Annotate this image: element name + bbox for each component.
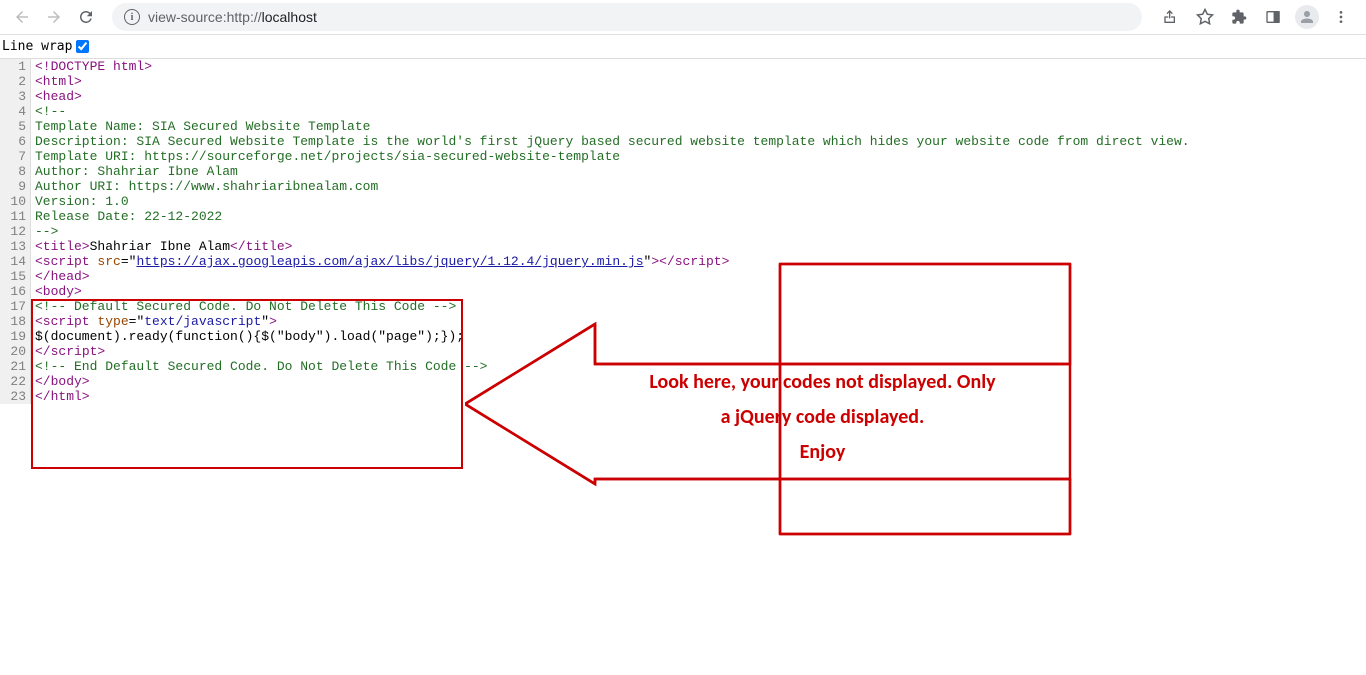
- line-number: 14: [0, 254, 31, 269]
- line-number: 20: [0, 344, 31, 359]
- source-code-area: 1<!DOCTYPE html>2<html>3<head>4<!--5Temp…: [0, 59, 1366, 404]
- line-code[interactable]: <html>: [31, 74, 82, 89]
- source-line: 10Version: 1.0: [0, 194, 1366, 209]
- line-code[interactable]: </body>: [31, 374, 90, 389]
- line-number: 10: [0, 194, 31, 209]
- line-number: 15: [0, 269, 31, 284]
- line-number: 11: [0, 209, 31, 224]
- bookmark-star-icon[interactable]: [1192, 4, 1218, 30]
- source-line: 15</head>: [0, 269, 1366, 284]
- line-number: 1: [0, 59, 31, 74]
- share-icon[interactable]: [1158, 4, 1184, 30]
- avatar: [1295, 5, 1319, 29]
- line-number: 17: [0, 299, 31, 314]
- line-number: 5: [0, 119, 31, 134]
- line-code[interactable]: Release Date: 22-12-2022: [31, 209, 222, 224]
- source-line: 18<script type="text/javascript">: [0, 314, 1366, 329]
- line-code[interactable]: -->: [31, 224, 58, 239]
- line-code[interactable]: Author URI: https://www.shahriaribnealam…: [31, 179, 378, 194]
- line-number: 3: [0, 89, 31, 104]
- linewrap-checkbox[interactable]: [76, 40, 89, 53]
- line-code[interactable]: <!-- Default Secured Code. Do Not Delete…: [31, 299, 456, 314]
- line-number: 21: [0, 359, 31, 374]
- side-panel-icon[interactable]: [1260, 4, 1286, 30]
- source-line: 8Author: Shahriar Ibne Alam: [0, 164, 1366, 179]
- back-button[interactable]: [8, 3, 36, 31]
- url-host: localhost: [262, 9, 317, 25]
- linewrap-label: Line wrap: [2, 39, 72, 54]
- menu-button[interactable]: [1328, 4, 1354, 30]
- source-line: 12-->: [0, 224, 1366, 239]
- line-number: 18: [0, 314, 31, 329]
- line-number: 23: [0, 389, 31, 404]
- line-number: 22: [0, 374, 31, 389]
- line-number: 4: [0, 104, 31, 119]
- source-line: 4<!--: [0, 104, 1366, 119]
- source-line: 11Release Date: 22-12-2022: [0, 209, 1366, 224]
- line-code[interactable]: <script type="text/javascript">: [31, 314, 277, 329]
- line-code[interactable]: </html>: [31, 389, 90, 404]
- line-number: 6: [0, 134, 31, 149]
- source-line: 16<body>: [0, 284, 1366, 299]
- source-line: 1<!DOCTYPE html>: [0, 59, 1366, 74]
- line-code[interactable]: </script>: [31, 344, 105, 359]
- line-code[interactable]: </head>: [31, 269, 90, 284]
- line-code[interactable]: <head>: [31, 89, 82, 104]
- line-code[interactable]: Template Name: SIA Secured Website Templ…: [31, 119, 370, 134]
- extensions-icon[interactable]: [1226, 4, 1252, 30]
- line-number: 2: [0, 74, 31, 89]
- source-line: 7Template URI: https://sourceforge.net/p…: [0, 149, 1366, 164]
- browser-toolbar: i view-source: http:// localhost: [0, 0, 1366, 35]
- url-scheme: http://: [227, 9, 262, 25]
- source-line: 9Author URI: https://www.shahriaribneala…: [0, 179, 1366, 194]
- profile-button[interactable]: [1294, 4, 1320, 30]
- line-number: 13: [0, 239, 31, 254]
- line-number: 19: [0, 329, 31, 344]
- reload-button[interactable]: [72, 3, 100, 31]
- toolbar-right: [1154, 4, 1358, 30]
- annotation-line-1: Look here, your codes not displayed. Onl…: [580, 365, 1065, 400]
- line-code[interactable]: <!-- End Default Secured Code. Do Not De…: [31, 359, 487, 374]
- line-code[interactable]: Description: SIA Secured Website Templat…: [31, 134, 1190, 149]
- line-code[interactable]: <!DOCTYPE html>: [31, 59, 152, 74]
- source-line: 20</script>: [0, 344, 1366, 359]
- line-code[interactable]: <title>Shahriar Ibne Alam</title>: [31, 239, 292, 254]
- forward-button[interactable]: [40, 3, 68, 31]
- annotation-line-2: a jQuery code displayed.: [580, 400, 1065, 435]
- line-number: 16: [0, 284, 31, 299]
- source-line: 2<html>: [0, 74, 1366, 89]
- url-text: view-source: http:// localhost: [148, 9, 317, 25]
- url-prefix: view-source:: [148, 9, 227, 25]
- line-code[interactable]: Version: 1.0: [31, 194, 129, 209]
- source-line: 3<head>: [0, 89, 1366, 104]
- source-line: 6Description: SIA Secured Website Templa…: [0, 134, 1366, 149]
- source-line: 17<!-- Default Secured Code. Do Not Dele…: [0, 299, 1366, 314]
- line-code[interactable]: <!--: [31, 104, 66, 119]
- line-code[interactable]: <script src="https://ajax.googleapis.com…: [31, 254, 729, 269]
- line-code[interactable]: $(document).ready(function(){$("body").l…: [31, 329, 464, 344]
- source-line: 19$(document).ready(function(){$("body")…: [0, 329, 1366, 344]
- line-code[interactable]: Author: Shahriar Ibne Alam: [31, 164, 238, 179]
- annotation-text: Look here, your codes not displayed. Onl…: [580, 365, 1065, 470]
- line-code[interactable]: <body>: [31, 284, 82, 299]
- line-number: 7: [0, 149, 31, 164]
- address-bar[interactable]: i view-source: http:// localhost: [112, 3, 1142, 31]
- line-number: 12: [0, 224, 31, 239]
- line-number: 8: [0, 164, 31, 179]
- source-controls: Line wrap: [0, 35, 1366, 59]
- source-line: 5Template Name: SIA Secured Website Temp…: [0, 119, 1366, 134]
- source-line: 14<script src="https://ajax.googleapis.c…: [0, 254, 1366, 269]
- source-line: 13<title>Shahriar Ibne Alam</title>: [0, 239, 1366, 254]
- annotation-line-3: Enjoy: [580, 435, 1065, 470]
- line-number: 9: [0, 179, 31, 194]
- line-code[interactable]: Template URI: https://sourceforge.net/pr…: [31, 149, 620, 164]
- site-info-icon[interactable]: i: [124, 9, 140, 25]
